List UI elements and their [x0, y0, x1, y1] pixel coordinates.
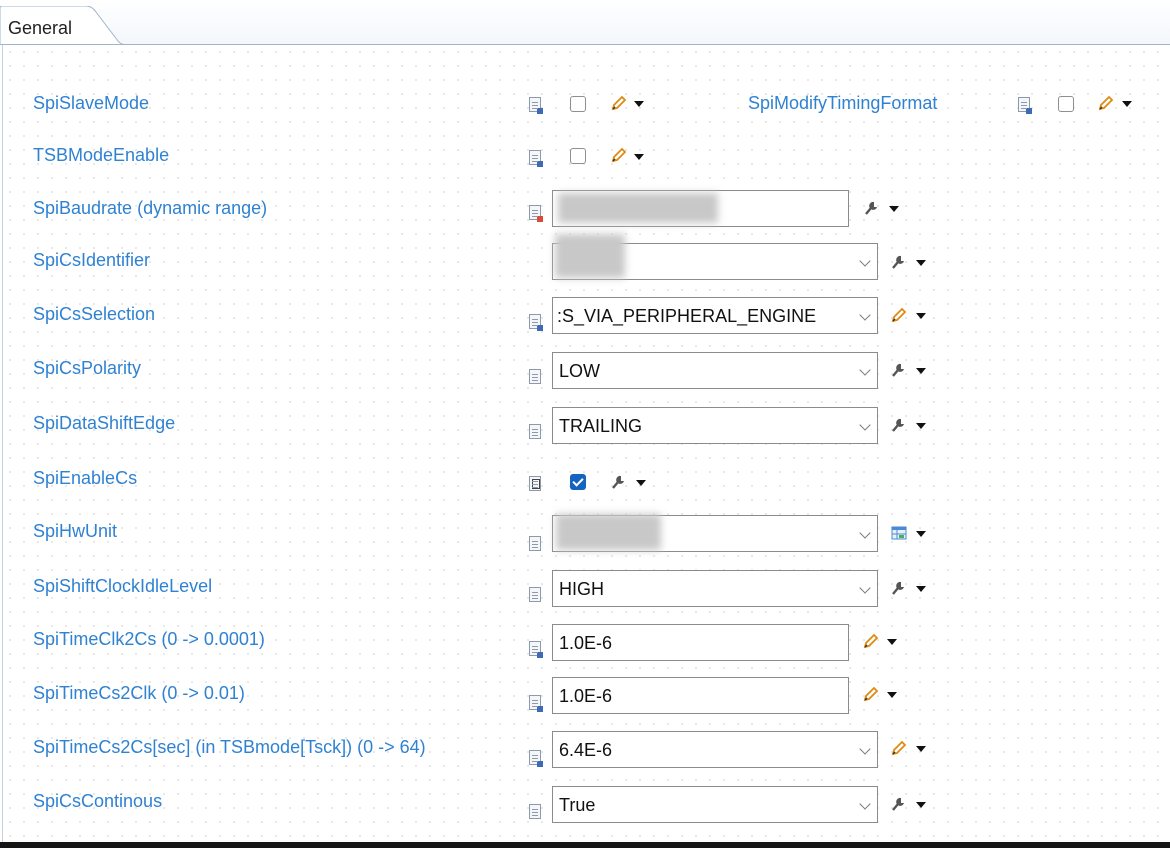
spi-hw-unit-label: SpiHwUnit: [33, 521, 118, 541]
spi-time-clk2cs-label: SpiTimeClk2Cs (0 -> 0.0001): [33, 629, 265, 649]
redacted-value: [556, 514, 661, 550]
spi-cs-identifier-select[interactable]: [552, 234, 878, 280]
wrench-icon[interactable]: [863, 200, 880, 217]
pencil-icon[interactable]: [610, 95, 627, 112]
caret-down-icon[interactable]: [916, 586, 926, 592]
chevron-down-icon[interactable]: [859, 419, 871, 431]
chevron-down-icon[interactable]: [859, 743, 871, 755]
chevron-down-icon[interactable]: [859, 582, 871, 594]
caret-down-icon[interactable]: [916, 746, 926, 752]
caret-down-icon[interactable]: [916, 260, 926, 266]
spi-cs-continous-select[interactable]: True: [552, 786, 878, 823]
pencil-icon[interactable]: [862, 686, 879, 703]
config-file-icon: [529, 641, 543, 658]
spi-modify-timing-format-label: SpiModifyTimingFormat: [748, 93, 938, 113]
spi-time-cs2cs-combobox[interactable]: 6.4E-6: [552, 731, 878, 768]
wrench-icon[interactable]: [610, 474, 627, 491]
chevron-down-icon[interactable]: [859, 309, 871, 321]
spi-cs-continous-label: SpiCsContinous: [33, 791, 163, 811]
spi-time-cs2clk-label: SpiTimeCs2Clk (0 -> 0.01): [33, 683, 245, 703]
spi-enable-cs-label: SpiEnableCs: [33, 468, 138, 488]
caret-down-icon[interactable]: [916, 423, 926, 429]
pencil-icon[interactable]: [890, 740, 907, 757]
spi-data-shift-edge-select[interactable]: TRAILING: [552, 407, 878, 444]
spi-cs-polarity-select[interactable]: LOW: [552, 352, 878, 389]
config-file-icon: [529, 424, 541, 439]
spi-cs-selection-select[interactable]: :S_VIA_PERIPHERAL_ENGINE: [552, 297, 878, 334]
wrench-icon[interactable]: [890, 362, 907, 379]
config-file-icon: [529, 476, 541, 491]
pencil-icon[interactable]: [862, 633, 879, 650]
chevron-down-icon[interactable]: [859, 798, 871, 810]
table-icon[interactable]: [891, 525, 907, 541]
spi-time-cs2cs-label: SpiTimeCs2Cs[sec] (in TSBmode[Tsck]) (0 …: [33, 737, 426, 757]
caret-down-icon[interactable]: [636, 480, 646, 486]
spi-slave-mode-label: SpiSlaveMode: [33, 93, 150, 113]
config-file-icon: [529, 750, 543, 767]
spi-enable-cs-checkbox[interactable]: [570, 474, 586, 490]
spi-modify-timing-format-checkbox[interactable]: [1058, 96, 1074, 112]
spi-cs-polarity-label: SpiCsPolarity: [33, 358, 142, 378]
spi-time-clk2cs-input[interactable]: 1.0E-6: [552, 624, 849, 661]
caret-down-icon[interactable]: [916, 368, 926, 374]
config-file-icon: [529, 97, 543, 114]
pencil-icon[interactable]: [890, 307, 907, 324]
tsb-mode-enable-label: TSBModeEnable: [33, 145, 170, 165]
config-file-icon: [529, 314, 543, 331]
spi-shift-clock-idle-level-select[interactable]: HIGH: [552, 570, 878, 607]
caret-down-icon[interactable]: [889, 206, 899, 212]
chevron-down-icon[interactable]: [859, 255, 871, 267]
spi-slave-mode-checkbox[interactable]: [570, 96, 586, 112]
wrench-icon[interactable]: [890, 254, 907, 271]
caret-down-icon[interactable]: [634, 154, 644, 160]
config-file-icon: [529, 205, 543, 222]
caret-down-icon[interactable]: [916, 531, 926, 537]
caret-down-icon[interactable]: [887, 639, 897, 645]
spi-cs-selection-label: SpiCsSelection: [33, 304, 156, 324]
config-file-icon: [529, 369, 541, 384]
caret-down-icon[interactable]: [887, 692, 897, 698]
window-bottom-edge: [0, 842, 1170, 848]
wrench-icon[interactable]: [890, 417, 907, 434]
caret-down-icon[interactable]: [916, 802, 926, 808]
caret-down-icon[interactable]: [916, 313, 926, 319]
config-file-icon: [529, 536, 541, 551]
pencil-icon[interactable]: [1097, 95, 1114, 112]
tab-bar: [0, 0, 1170, 44]
wrench-icon[interactable]: [890, 796, 907, 813]
chevron-down-icon[interactable]: [859, 364, 871, 376]
spi-baudrate-input[interactable]: [552, 190, 849, 227]
config-file-icon: [529, 150, 543, 167]
chevron-down-icon[interactable]: [859, 527, 871, 539]
caret-down-icon[interactable]: [634, 101, 644, 107]
config-file-icon: [529, 587, 541, 602]
spi-shift-clock-idle-level-label: SpiShiftClockIdleLevel: [33, 576, 213, 596]
spi-baudrate-label: SpiBaudrate (dynamic range): [33, 198, 268, 218]
config-file-icon: [1018, 97, 1032, 114]
wrench-icon[interactable]: [890, 580, 907, 597]
redacted-value: [558, 193, 718, 223]
redacted-value: [555, 234, 625, 278]
spi-time-cs2clk-input[interactable]: 1.0E-6: [552, 677, 849, 714]
tsb-mode-enable-checkbox[interactable]: [570, 148, 586, 164]
caret-down-icon[interactable]: [1122, 101, 1132, 107]
tab-label: General: [8, 18, 73, 38]
spi-cs-identifier-label: SpiCsIdentifier: [33, 250, 151, 270]
config-file-icon: [529, 804, 541, 819]
pencil-icon[interactable]: [610, 147, 627, 164]
spi-data-shift-edge-label: SpiDataShiftEdge: [33, 413, 176, 433]
config-file-icon: [529, 695, 543, 712]
spi-hw-unit-select[interactable]: [552, 514, 878, 552]
